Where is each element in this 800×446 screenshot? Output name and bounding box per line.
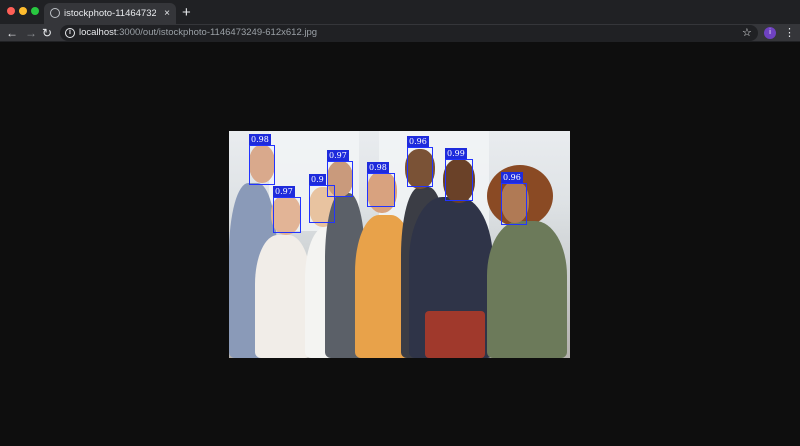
minimize-window-button[interactable]: [19, 7, 27, 15]
confidence-label: 0.98: [249, 134, 271, 145]
title-bar: istockphoto-1146473249-612x612.jpg × +: [0, 0, 800, 24]
info-icon[interactable]: i: [65, 28, 75, 38]
forward-arrow-icon[interactable]: →: [25, 25, 37, 41]
confidence-label: 0.9: [309, 174, 326, 185]
confidence-label: 0.98: [367, 162, 389, 173]
face-box: [327, 161, 353, 197]
browser-tab[interactable]: istockphoto-1146473249-612x612.jpg ×: [44, 3, 176, 24]
face-box: [501, 183, 527, 225]
url-text[interactable]: localhost:3000/out/istockphoto-114647324…: [79, 25, 317, 41]
bookmark-star-icon[interactable]: ☆: [742, 25, 752, 41]
face-box: [407, 147, 433, 187]
close-tab-icon[interactable]: ×: [164, 3, 170, 24]
face-box: [445, 159, 473, 201]
confidence-label: 0.97: [273, 186, 295, 197]
confidence-label: 0.96: [407, 136, 429, 147]
address-bar[interactable]: i localhost:3000/out/istockphoto-1146473…: [60, 25, 758, 41]
confidence-label: 0.97: [327, 150, 349, 161]
confidence-label: 0.96: [501, 172, 523, 183]
globe-icon: [50, 8, 60, 18]
browser-toolbar: ← → ↻ i localhost:3000/out/istockphoto-1…: [0, 24, 800, 42]
tab-title: istockphoto-1146473249-612x612.jpg: [64, 8, 156, 19]
detection-image: 0.98 0.97 0.9 0.97 0.98 0.96 0.99 0.96: [229, 131, 570, 358]
confidence-label: 0.99: [445, 148, 467, 159]
close-window-button[interactable]: [7, 7, 15, 15]
kebab-menu-icon[interactable]: ⋮: [784, 25, 795, 41]
new-tab-button[interactable]: +: [182, 3, 191, 23]
profile-avatar[interactable]: i: [764, 27, 776, 39]
face-box: [273, 197, 301, 233]
maximize-window-button[interactable]: [31, 7, 39, 15]
face-box: [367, 173, 395, 207]
reload-icon[interactable]: ↻: [42, 25, 52, 41]
face-box: [249, 145, 275, 185]
back-arrow-icon[interactable]: ←: [6, 25, 18, 41]
